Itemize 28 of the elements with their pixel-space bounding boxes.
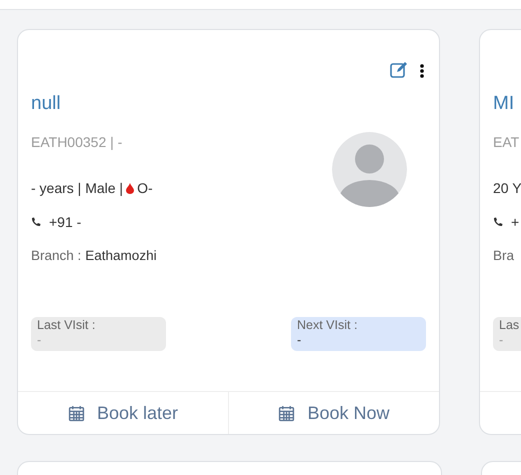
book-button[interactable]: Book later — [18, 392, 228, 434]
patient-name[interactable]: null — [31, 92, 426, 116]
branch-label: Bra — [493, 248, 514, 263]
patient-id: EAT — [493, 134, 520, 150]
edit-icon[interactable] — [390, 61, 408, 78]
patient-details: - years | Male | — [31, 180, 124, 196]
last-visit-label: Las — [499, 318, 520, 333]
branch-name: Eathamozhi — [85, 248, 157, 263]
book-button[interactable]: Book Now — [228, 392, 439, 434]
patient-details: 20 Y — [493, 180, 521, 196]
calendar-icon — [278, 404, 296, 422]
patient-id: EATH00352 | - — [31, 134, 124, 150]
last-visit-value: - — [499, 333, 504, 348]
more-icon[interactable] — [420, 64, 424, 78]
phone-number: +91 - — [49, 214, 82, 230]
last-visit-label: Last VIsit : — [37, 318, 96, 333]
blood-group: O- — [137, 180, 153, 196]
patient-name[interactable]: MI — [493, 92, 521, 116]
blood-drop-icon — [126, 182, 134, 194]
last-visit-value: - — [37, 333, 42, 348]
branch-label: Branch : — [31, 248, 82, 263]
phone-icon — [31, 217, 41, 227]
next-visit-value: - — [297, 333, 302, 348]
phone-icon — [493, 217, 503, 227]
next-visit-label: Next VIsit : — [297, 318, 358, 333]
avatar-icon — [332, 132, 407, 207]
calendar-icon — [68, 404, 85, 422]
phone-number: + — [511, 214, 520, 230]
